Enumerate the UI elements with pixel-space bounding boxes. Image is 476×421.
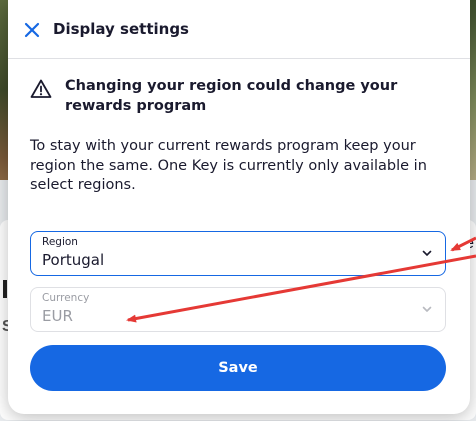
currency-label: Currency (42, 292, 90, 304)
warning-triangle-icon (30, 79, 52, 98)
currency-select: Currency EUR (30, 287, 446, 332)
warning-message: Changing your region could change your r… (65, 78, 398, 114)
close-button[interactable] (20, 18, 44, 42)
save-button[interactable]: Save (30, 345, 446, 391)
display-settings-modal: Display settings Changing your region co… (8, 0, 470, 414)
modal-title: Display settings (53, 20, 189, 38)
modal-header: Display settings (8, 0, 470, 59)
chevron-down-icon (422, 306, 432, 312)
region-select[interactable]: Region Portugal (30, 231, 446, 276)
chevron-down-icon (422, 250, 432, 256)
close-icon (24, 22, 40, 38)
info-text: To stay with your current rewards progra… (30, 138, 427, 193)
region-label: Region (42, 236, 78, 248)
region-value: Portugal (42, 251, 105, 269)
background-text (3, 280, 7, 298)
currency-value: EUR (42, 307, 73, 325)
